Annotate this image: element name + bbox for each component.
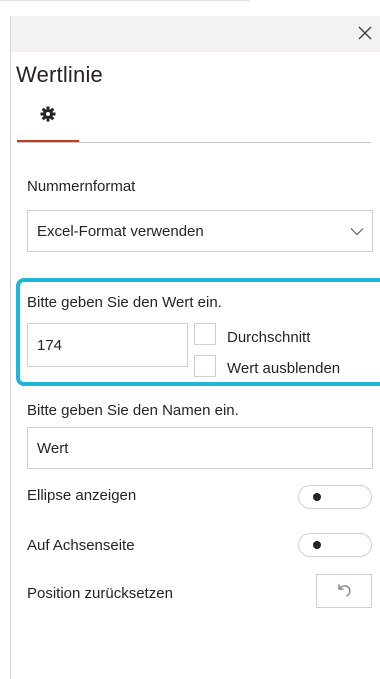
average-checkbox[interactable] <box>194 323 216 345</box>
number-format-select[interactable]: Excel-Format verwenden <box>27 210 373 252</box>
panel-title: Wertlinie <box>16 62 103 87</box>
number-format-value: Excel-Format verwenden <box>37 223 204 240</box>
axis-side-label: Auf Achsenseite <box>27 537 135 554</box>
ellipse-label: Ellipse anzeigen <box>27 487 137 504</box>
hide-value-checkbox[interactable] <box>194 355 216 377</box>
toggle-knob <box>313 493 321 501</box>
close-button[interactable] <box>353 21 377 45</box>
tabs-divider <box>17 142 371 143</box>
panel-titlebar <box>11 16 380 52</box>
hide-value-label: Wert ausblenden <box>227 360 341 377</box>
gear-icon <box>40 106 56 122</box>
reset-position-label: Position zurücksetzen <box>27 585 173 602</box>
undo-icon <box>338 584 351 597</box>
chevron-down-icon <box>350 228 364 236</box>
value-input[interactable] <box>27 323 188 367</box>
top-divider <box>0 0 250 1</box>
axis-side-toggle[interactable] <box>298 533 372 557</box>
toggle-knob <box>313 541 321 549</box>
average-label: Durchschnitt <box>227 329 311 346</box>
name-label: Bitte geben Sie den Namen ein. <box>27 402 239 419</box>
ellipse-toggle[interactable] <box>298 485 372 509</box>
reset-position-button[interactable] <box>316 574 372 608</box>
close-icon <box>358 26 372 40</box>
value-label: Bitte geben Sie den Wert ein. <box>27 294 222 311</box>
tab-settings[interactable] <box>17 104 79 142</box>
number-format-label: Nummernformat <box>27 178 136 195</box>
name-input[interactable] <box>27 427 373 469</box>
